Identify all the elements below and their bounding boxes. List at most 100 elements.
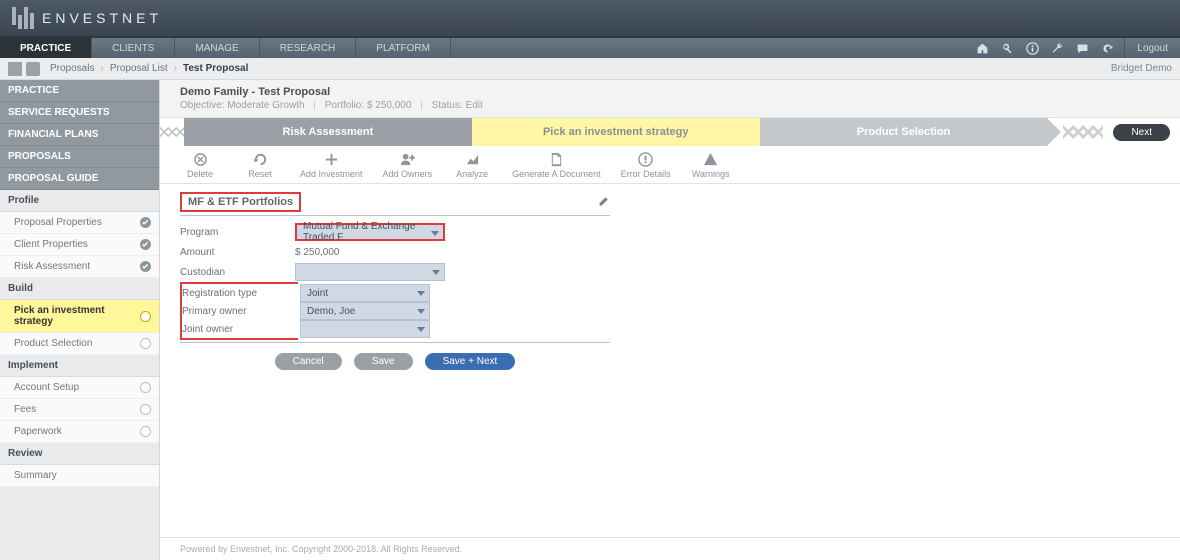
tool-error-details[interactable]: Error Details [621,152,671,179]
open-dot-icon [140,404,151,415]
brand-name: ENVESTNET [42,10,162,26]
save-next-button[interactable]: Save + Next [425,353,516,370]
refresh-icon[interactable] [1101,42,1114,55]
save-button[interactable]: Save [354,353,413,370]
val-amount: $ 250,000 [295,247,475,258]
page-title: Demo Family - Test Proposal [180,86,1160,98]
wrench-icon[interactable] [1051,42,1064,55]
tool-reset[interactable]: Reset [240,152,280,179]
step-pick-strategy[interactable]: Pick an investment strategy [472,118,760,146]
side-item-client-properties[interactable]: Client Properties [0,234,159,256]
cancel-button[interactable]: Cancel [275,353,342,370]
select-joint-owner[interactable] [300,320,430,338]
side-hdr-build: Build [0,278,159,300]
button-row: Cancel Save Save + Next [180,353,610,370]
side-item-proposal-properties[interactable]: Proposal Properties [0,212,159,234]
chevron-down-icon [417,327,425,332]
side-financial-plans[interactable]: FINANCIAL PLANS [0,124,159,146]
open-dot-icon [140,382,151,393]
tool-add-owners[interactable]: Add Owners [383,152,433,179]
sidebar: PRACTICE SERVICE REQUESTS FINANCIAL PLAN… [0,80,160,560]
step-risk-assessment[interactable]: Risk Assessment [184,118,472,146]
delete-icon [193,152,208,167]
user-plus-icon [400,152,415,167]
check-icon [140,217,151,228]
analyze-icon [465,152,480,167]
tool-delete[interactable]: Delete [180,152,220,179]
top-nav: PRACTICE CLIENTS MANAGE RESEARCH PLATFOR… [0,38,1180,58]
lbl-primary-owner: Primary owner [182,306,292,317]
nav-tab-platform[interactable]: PLATFORM [356,38,451,58]
next-button[interactable]: Next [1113,124,1170,141]
chevron-down-icon [417,291,425,296]
side-hdr-review: Review [0,443,159,465]
util-icons [966,38,1124,58]
error-icon [638,152,653,167]
search-icon[interactable] [1001,42,1014,55]
side-proposals[interactable]: PROPOSALS [0,146,159,168]
lbl-custodian: Custodian [180,267,295,278]
side-item-fees[interactable]: Fees [0,399,159,421]
home-icon[interactable] [976,42,989,55]
tool-add-investment[interactable]: Add Investment [300,152,363,179]
tool-warnings[interactable]: Warnings [691,152,731,179]
side-proposal-guide[interactable]: PROPOSAL GUIDE [0,168,159,190]
logout-link[interactable]: Logout [1124,38,1180,58]
side-practice[interactable]: PRACTICE [0,80,159,102]
side-item-paperwork[interactable]: Paperwork [0,421,159,443]
brand-logo: ENVESTNET [12,7,162,29]
chevron-down-icon [431,231,439,236]
step-product-selection[interactable]: Product Selection [760,118,1048,146]
chevron-down-icon [417,309,425,314]
side-item-account-setup[interactable]: Account Setup [0,377,159,399]
cube-icon[interactable] [26,62,40,76]
breadcrumb-proposal-list[interactable]: Proposal List [110,63,168,74]
tool-analyze[interactable]: Analyze [452,152,492,179]
breadcrumb-current: Test Proposal [183,63,248,74]
check-icon [140,261,151,272]
tool-generate-document[interactable]: Generate A Document [512,152,601,179]
nav-tab-practice[interactable]: PRACTICE [0,38,92,58]
breadcrumb-proposals[interactable]: Proposals [50,63,94,74]
lbl-amount: Amount [180,247,295,258]
reset-icon [253,152,268,167]
nav-tab-manage[interactable]: MANAGE [175,38,259,58]
layout-icon[interactable] [8,62,22,76]
select-custodian[interactable] [295,263,445,281]
info-icon[interactable] [1026,42,1039,55]
main: Demo Family - Test Proposal Objective: M… [160,80,1180,560]
side-item-summary[interactable]: Summary [0,465,159,487]
select-registration-type[interactable]: Joint [300,284,430,302]
current-user: Bridget Demo [1111,63,1172,74]
select-primary-owner[interactable]: Demo, Joe [300,302,430,320]
side-item-risk-assessment[interactable]: Risk Assessment [0,256,159,278]
side-service-requests[interactable]: SERVICE REQUESTS [0,102,159,124]
lbl-program: Program [180,227,295,238]
open-dot-icon [140,426,151,437]
side-hdr-profile: Profile [0,190,159,212]
check-icon [140,239,151,250]
form-panel: MF & ETF Portfolios ProgramMutual Fund &… [160,184,630,378]
toolbar: Delete Reset Add Investment Add Owners A… [160,146,1180,184]
chevron-down-icon [432,270,440,275]
warning-icon [703,152,718,167]
brand-mark-icon [12,7,34,29]
footer: Powered by Envestnet, Inc. Copyright 200… [160,537,1180,560]
nav-tab-clients[interactable]: CLIENTS [92,38,175,58]
chat-icon[interactable] [1076,42,1089,55]
document-icon [549,152,564,167]
title-bar: Demo Family - Test Proposal Objective: M… [160,80,1180,118]
side-item-pick-strategy[interactable]: Pick an investment strategy [0,300,159,333]
side-item-product-selection[interactable]: Product Selection [0,333,159,355]
panel-title: MF & ETF Portfolios [180,192,301,212]
side-hdr-implement: Implement [0,355,159,377]
stepper: Risk Assessment Pick an investment strat… [160,118,1180,146]
select-program[interactable]: Mutual Fund & Exchange Traded F [295,223,445,241]
page-subtitle: Objective: Moderate Growth | Portfolio: … [180,100,1160,111]
edit-icon[interactable] [598,195,610,210]
lbl-joint-owner: Joint owner [182,324,292,335]
chevron-icon [1063,118,1103,146]
nav-tab-research[interactable]: RESEARCH [260,38,357,58]
current-dot-icon [140,311,151,322]
plus-icon [324,152,339,167]
